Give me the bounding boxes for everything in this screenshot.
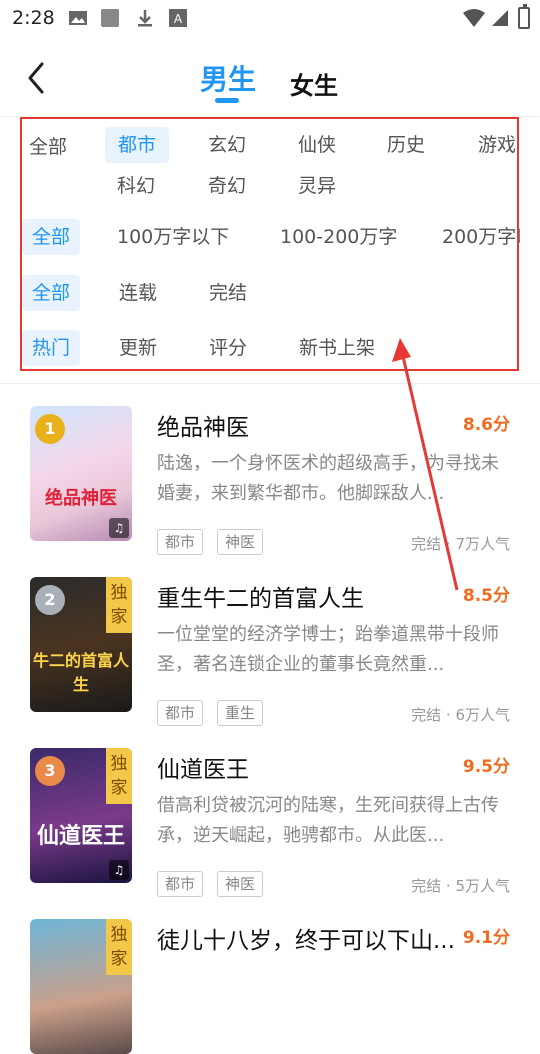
back-arrow-icon[interactable] bbox=[20, 58, 56, 98]
book-tag: 重生 bbox=[217, 700, 264, 726]
rank-badge: 2 bbox=[35, 585, 65, 615]
exclusive-badge: 独家 bbox=[106, 748, 132, 804]
book-score: 8.6分 bbox=[462, 415, 510, 435]
book-description: 一位堂堂的经济学博士；跆拳道黑带十段师圣，著名连锁企业的董事长竟然重... bbox=[157, 624, 499, 675]
book-cover[interactable]: 3 独家 仙道医王 ♫ bbox=[30, 748, 132, 883]
font-notification-icon: A bbox=[169, 9, 187, 27]
headphone-icon: ♫ bbox=[109, 860, 129, 880]
cover-title: 仙道医王 bbox=[36, 824, 125, 849]
cover-title: 绝品神医 bbox=[45, 488, 117, 509]
status-bar: 2:28 A bbox=[0, 0, 540, 36]
book-tag: 都市 bbox=[157, 871, 204, 897]
signal-icon bbox=[492, 10, 508, 26]
status-time: 2:28 bbox=[12, 7, 55, 29]
rank-badge: 1 bbox=[35, 414, 65, 444]
exclusive-badge: 独家 bbox=[106, 577, 132, 633]
tab-female[interactable]: 女生 bbox=[290, 66, 338, 101]
book-title[interactable]: 重生牛二的首富人生 bbox=[157, 579, 364, 613]
battery-icon bbox=[518, 4, 530, 29]
svg-text:A: A bbox=[174, 12, 183, 26]
rank-badge: 3 bbox=[35, 756, 65, 786]
image-notification-icon bbox=[69, 11, 87, 25]
book-score: 9.1分 bbox=[462, 928, 510, 948]
headphone-icon: ♫ bbox=[109, 518, 129, 538]
book-tag: 神医 bbox=[217, 529, 264, 555]
tab-male[interactable]: 男生 bbox=[200, 58, 256, 98]
book-title[interactable]: 仙道医王 bbox=[157, 750, 249, 784]
download-icon bbox=[138, 10, 152, 27]
book-meta: 完结 · 7万人气 bbox=[411, 535, 510, 553]
book-cover[interactable]: 1 绝品神医 ♫ bbox=[30, 406, 132, 541]
active-tab-indicator bbox=[215, 98, 239, 103]
book-title[interactable]: 徒儿十八岁，终于可以下山... bbox=[157, 921, 455, 955]
book-tag: 都市 bbox=[157, 700, 204, 726]
book-description: 陆逸，一个身怀医术的超级高手，为寻找未婚妻，来到繁华都市。他脚踩敌人... bbox=[157, 453, 499, 504]
cover-title: 牛二的首富人生 bbox=[32, 651, 129, 694]
book-meta: 完结 · 6万人气 bbox=[411, 706, 510, 724]
book-score: 8.5分 bbox=[462, 586, 510, 606]
wifi-icon bbox=[463, 9, 485, 27]
exclusive-badge: 独家 bbox=[106, 919, 132, 975]
app-notification-icon bbox=[101, 9, 119, 27]
book-meta: 完结 · 5万人气 bbox=[411, 877, 510, 895]
annotation-highlight-box bbox=[20, 117, 519, 371]
book-description: 借高利贷被沉河的陆寒，生死间获得上古传承，逆天崛起，驰骋都市。从此医... bbox=[157, 795, 499, 846]
book-title[interactable]: 绝品神医 bbox=[157, 408, 249, 442]
book-tag: 神医 bbox=[217, 871, 264, 897]
book-tag: 都市 bbox=[157, 529, 204, 555]
book-cover[interactable]: 2 独家 牛二的首富人生 bbox=[30, 577, 132, 712]
book-cover[interactable]: 独家 bbox=[30, 919, 132, 1054]
book-score: 9.5分 bbox=[462, 757, 510, 777]
list-divider bbox=[0, 383, 540, 384]
